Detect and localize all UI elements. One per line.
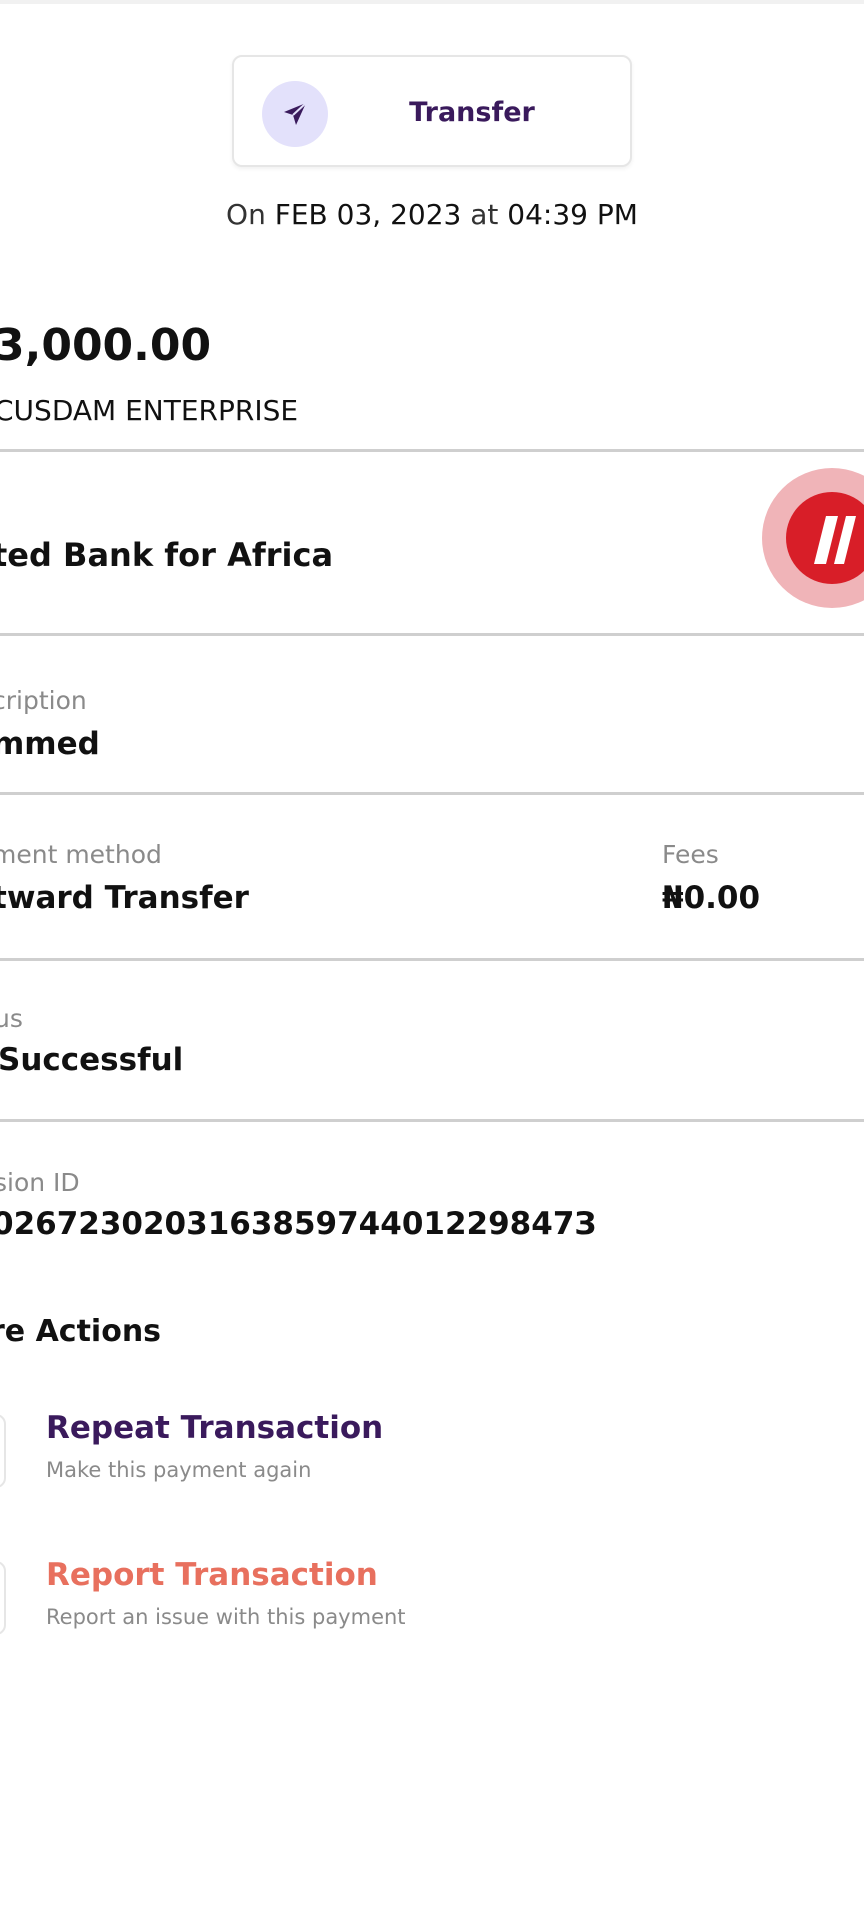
- payment-method-value: tward Transfer: [0, 880, 249, 916]
- top-divider: [0, 0, 864, 4]
- divider: [0, 449, 864, 452]
- session-id-value: 026723020316385974401229847З: [0, 1206, 597, 1242]
- repeat-transaction-title: Repeat Transaction: [46, 1410, 384, 1446]
- description-value: mmed: [0, 726, 100, 762]
- recipient-name: CUSDAM ENTERPRISE: [0, 394, 299, 427]
- send-arrow-icon: [262, 81, 328, 147]
- report-transaction-subtitle: Report an issue with this payment: [46, 1605, 406, 1629]
- fees-value: ₦0.00: [662, 880, 761, 916]
- bank-logo-badge: [762, 468, 864, 608]
- bank-name: ted Bank for Africa: [0, 536, 334, 574]
- divider: [0, 792, 864, 795]
- repeat-transaction-action[interactable]: Repeat Transaction Make this payment aga…: [0, 1410, 864, 1520]
- repeat-transaction-subtitle: Make this payment again: [46, 1458, 312, 1482]
- datetime-connector: at: [470, 198, 499, 231]
- status-label: us: [0, 1004, 23, 1033]
- transaction-receipt-page: Transfer On FEB 03, 2023 at 04:39 PM 3,0…: [0, 0, 864, 1920]
- bank-logo-icon: [786, 492, 864, 584]
- transaction-amount: 3,000.00: [0, 320, 212, 371]
- more-actions-title: re Actions: [0, 1314, 162, 1349]
- datetime-prefix: On: [226, 198, 266, 231]
- divider: [0, 958, 864, 961]
- report-transaction-title: Report Transaction: [46, 1557, 378, 1593]
- status-value: Successful: [0, 1042, 184, 1078]
- transaction-type-card: Transfer: [232, 55, 632, 167]
- transaction-date: FEB 03, 2023: [274, 198, 462, 231]
- description-label: cription: [0, 686, 87, 715]
- divider: [0, 1119, 864, 1122]
- fees-label: Fees: [662, 840, 719, 869]
- report-transaction-icon: [0, 1561, 6, 1635]
- repeat-transaction-icon: [0, 1414, 6, 1488]
- divider: [0, 633, 864, 636]
- session-id-label: sion ID: [0, 1168, 80, 1197]
- transaction-datetime: On FEB 03, 2023 at 04:39 PM: [0, 198, 864, 231]
- transaction-time: 04:39 PM: [507, 198, 638, 231]
- report-transaction-action[interactable]: Report Transaction Report an issue with …: [0, 1557, 864, 1667]
- payment-method-label: ment method: [0, 840, 162, 869]
- transaction-type-label: Transfer: [409, 97, 535, 128]
